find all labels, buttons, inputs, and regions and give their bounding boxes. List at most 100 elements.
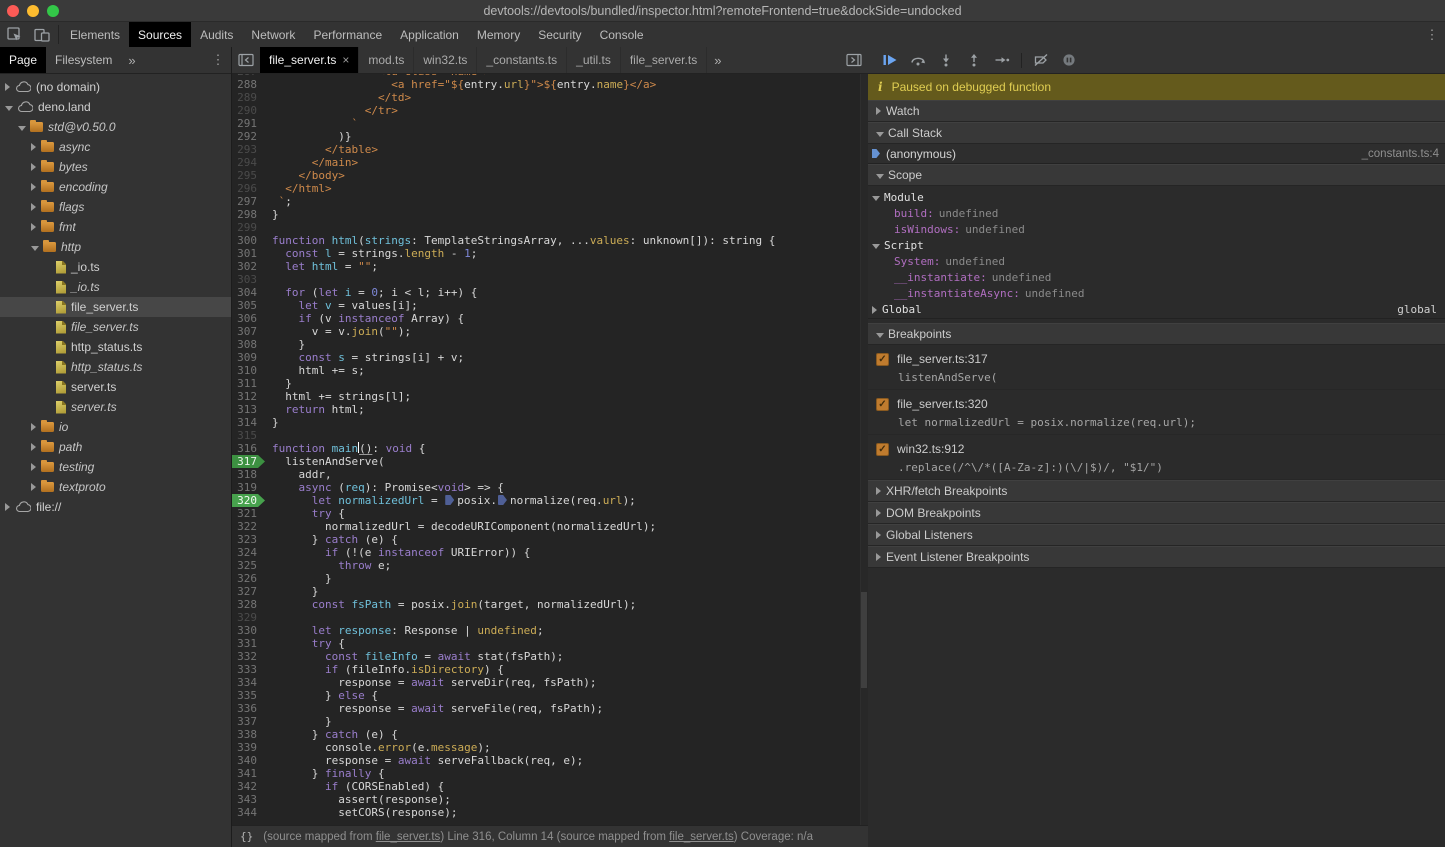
source-map-link[interactable]: file_server.ts [376, 831, 441, 843]
section-breakpoints[interactable]: Breakpoints [868, 323, 1445, 345]
line-number[interactable]: 343 [232, 793, 266, 806]
code-line-291[interactable]: 291 ` [232, 117, 868, 130]
main-tab-security[interactable]: Security [529, 22, 590, 47]
code-line-309[interactable]: 309 const s = strings[i] + v; [232, 351, 868, 364]
chevron-down-icon[interactable] [872, 244, 880, 249]
line-number[interactable]: 337 [232, 715, 266, 728]
line-number[interactable]: 340 [232, 754, 266, 767]
code-line-302[interactable]: 302 let html = ""; [232, 260, 868, 273]
tree-item-std-v0-50-0[interactable]: std@v0.50.0 [0, 117, 231, 137]
section-global-listeners[interactable]: Global Listeners [868, 524, 1445, 546]
scope-group-global[interactable]: Globalglobal [868, 301, 1445, 319]
main-tab-audits[interactable]: Audits [191, 22, 242, 47]
breakpoint-checkbox[interactable]: ✓ [876, 353, 889, 366]
line-number[interactable]: 336 [232, 702, 266, 715]
line-number[interactable]: 315 [232, 429, 266, 442]
chevron-right-icon[interactable] [5, 503, 10, 511]
chevron-down-icon[interactable] [872, 196, 880, 201]
code-line-295[interactable]: 295 </body> [232, 169, 868, 182]
chevron-right-icon[interactable] [31, 463, 36, 471]
tree-item-bytes[interactable]: bytes [0, 157, 231, 177]
line-number[interactable]: 329 [232, 611, 266, 624]
code-line-334[interactable]: 334 response = await serveDir(req, fsPat… [232, 676, 868, 689]
source-map-link[interactable]: file_server.ts [669, 831, 734, 843]
tree-item-io[interactable]: io [0, 417, 231, 437]
line-number[interactable]: 338 [232, 728, 266, 741]
line-number[interactable]: 296 [232, 182, 266, 195]
line-number[interactable]: 288 [232, 78, 266, 91]
tree-item-encoding[interactable]: encoding [0, 177, 231, 197]
line-number[interactable]: 333 [232, 663, 266, 676]
line-number[interactable]: 302 [232, 260, 266, 273]
chevron-right-icon[interactable] [5, 83, 10, 91]
code-line-311[interactable]: 311 } [232, 377, 868, 390]
line-number[interactable]: 300 [232, 234, 266, 247]
line-number[interactable]: 331 [232, 637, 266, 650]
code-line-298[interactable]: 298} [232, 208, 868, 221]
line-number[interactable]: 313 [232, 403, 266, 416]
tree-item-io-ts[interactable]: _io.ts [0, 277, 231, 297]
line-number[interactable]: 312 [232, 390, 266, 403]
editor-tab-file-server-ts[interactable]: file_server.ts× [260, 47, 359, 73]
chevron-right-icon[interactable] [31, 223, 36, 231]
tree-item-async[interactable]: async [0, 137, 231, 157]
line-number[interactable]: 335 [232, 689, 266, 702]
code-line-288[interactable]: 288 <a href="${entry.url}">${entry.name}… [232, 78, 868, 91]
code-line-292[interactable]: 292 )} [232, 130, 868, 143]
line-number[interactable]: 326 [232, 572, 266, 585]
tree-item-flags[interactable]: flags [0, 197, 231, 217]
section-dom-breakpoints[interactable]: DOM Breakpoints [868, 502, 1445, 524]
code-line-335[interactable]: 335 } else { [232, 689, 868, 702]
line-number[interactable]: 334 [232, 676, 266, 689]
code-line-322[interactable]: 322 normalizedUrl = decodeURIComponent(n… [232, 520, 868, 533]
code-line-303[interactable]: 303 [232, 273, 868, 286]
code-line-319[interactable]: 319 async (req): Promise<void> => { [232, 481, 868, 494]
line-number[interactable]: 289 [232, 91, 266, 104]
tree-item-no-domain[interactable]: (no domain) [0, 77, 231, 97]
editor-tab-file-server-ts[interactable]: file_server.ts [621, 47, 707, 73]
code-line-308[interactable]: 308 } [232, 338, 868, 351]
breakpoint-location[interactable]: file_server.ts:317 [897, 352, 988, 366]
tree-item-testing[interactable]: testing [0, 457, 231, 477]
code-line-315[interactable]: 315 [232, 429, 868, 442]
line-number[interactable]: 304 [232, 286, 266, 299]
code-line-305[interactable]: 305 let v = values[i]; [232, 299, 868, 312]
pause-on-exceptions-icon[interactable] [1055, 53, 1083, 67]
customize-devtools-icon[interactable]: ⋮ [1419, 22, 1445, 47]
more-editor-tabs-icon[interactable]: » [707, 47, 728, 73]
editor-tab-constants-ts[interactable]: _constants.ts [477, 47, 567, 73]
line-number[interactable]: 306 [232, 312, 266, 325]
code-line-301[interactable]: 301 const l = strings.length - 1; [232, 247, 868, 260]
line-number[interactable]: 293 [232, 143, 266, 156]
code-line-341[interactable]: 341 } finally { [232, 767, 868, 780]
chevron-down-icon[interactable] [18, 126, 26, 131]
step-out-icon[interactable] [960, 53, 988, 67]
line-number[interactable]: 290 [232, 104, 266, 117]
hide-navigator-icon[interactable] [232, 47, 260, 73]
code-line-316[interactable]: 316function main(): void { [232, 442, 868, 455]
code-line-342[interactable]: 342 if (CORSEnabled) { [232, 780, 868, 793]
code-line-332[interactable]: 332 const fileInfo = await stat(fsPath); [232, 650, 868, 663]
code-line-328[interactable]: 328 const fsPath = posix.join(target, no… [232, 598, 868, 611]
tree-item-path[interactable]: path [0, 437, 231, 457]
navigator-tab-page[interactable]: Page [0, 47, 46, 73]
code-line-289[interactable]: 289 </td> [232, 91, 868, 104]
section-xhr-fetch-breakpoints[interactable]: XHR/fetch Breakpoints [868, 480, 1445, 502]
tree-item-deno-land[interactable]: deno.land [0, 97, 231, 117]
line-number[interactable]: 339 [232, 741, 266, 754]
code-line-327[interactable]: 327 } [232, 585, 868, 598]
line-number[interactable]: 342 [232, 780, 266, 793]
line-number[interactable]: 341 [232, 767, 266, 780]
line-number[interactable]: 295 [232, 169, 266, 182]
breakpoint-checkbox[interactable]: ✓ [876, 398, 889, 411]
editor-tab-mod-ts[interactable]: mod.ts [359, 47, 414, 73]
chevron-right-icon[interactable] [31, 443, 36, 451]
line-number[interactable]: 344 [232, 806, 266, 819]
code-line-330[interactable]: 330 let response: Response | undefined; [232, 624, 868, 637]
line-number[interactable]: 305 [232, 299, 266, 312]
line-number[interactable]: 303 [232, 273, 266, 286]
code-line-329[interactable]: 329 [232, 611, 868, 624]
section-event-listener-breakpoints[interactable]: Event Listener Breakpoints [868, 546, 1445, 568]
code-line-340[interactable]: 340 response = await serveFallback(req, … [232, 754, 868, 767]
code-line-310[interactable]: 310 html += s; [232, 364, 868, 377]
